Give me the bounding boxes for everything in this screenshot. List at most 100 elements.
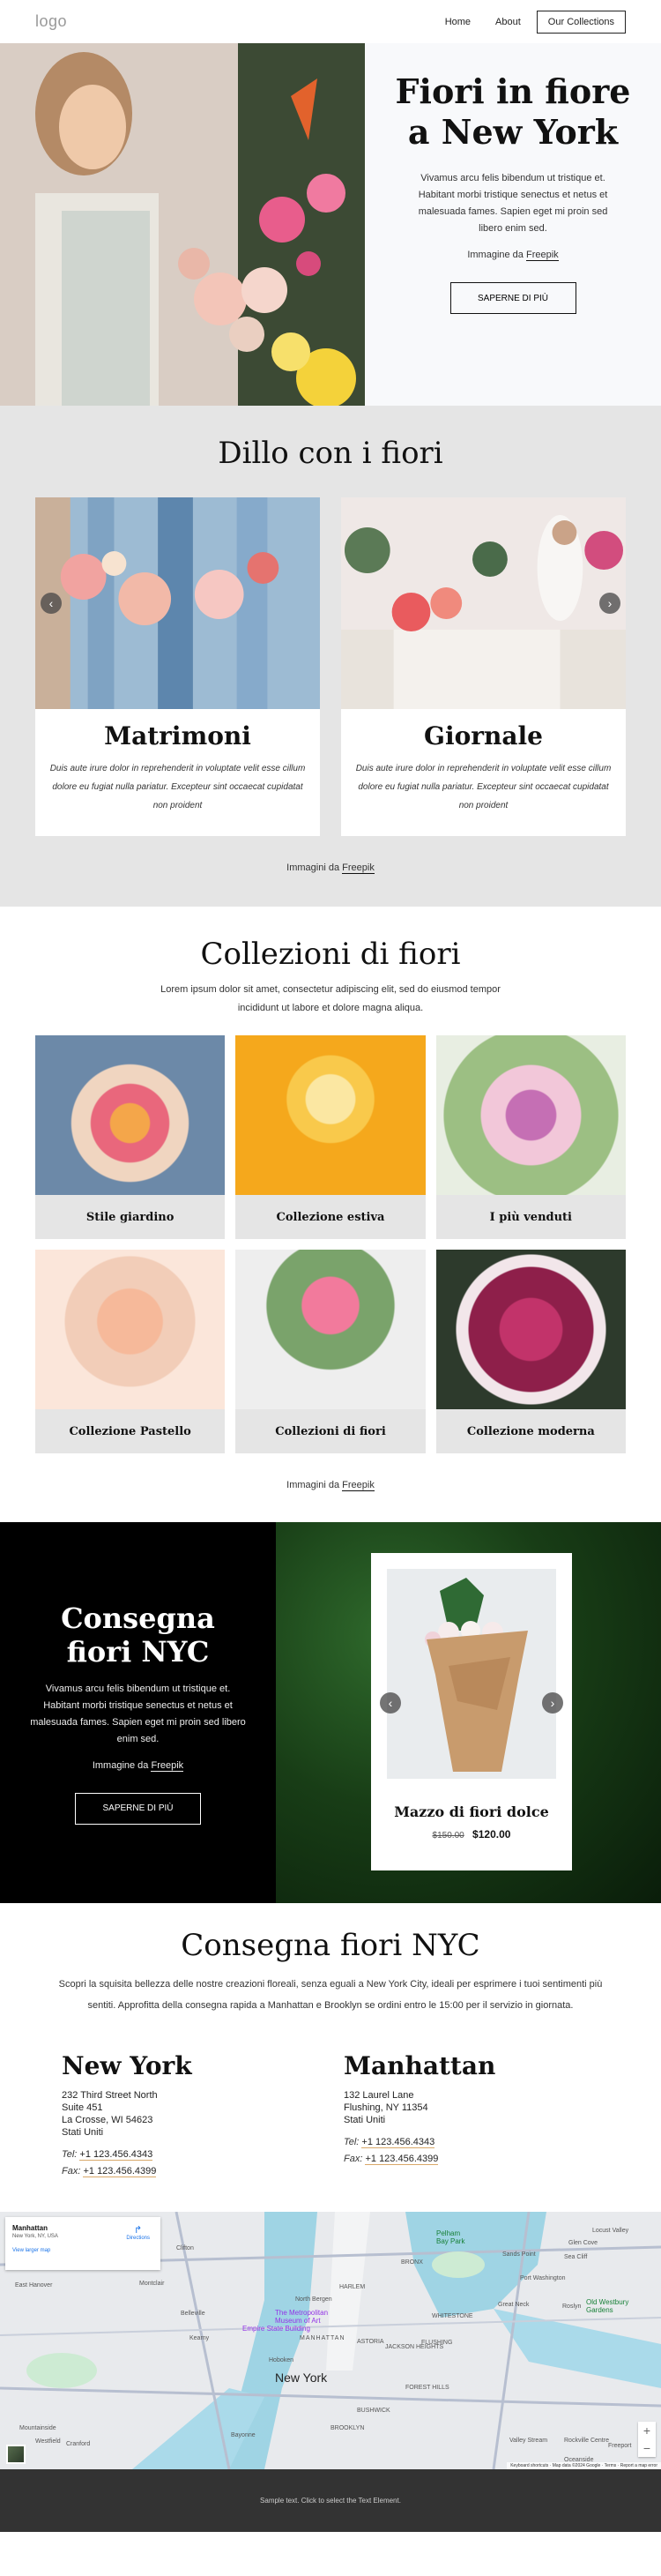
collections-section: Collezioni di fiori Lorem ipsum dolor si… xyxy=(0,907,661,1522)
collection-label: Collezione Pastello xyxy=(35,1409,226,1453)
current-price: $120.00 xyxy=(472,1828,511,1841)
florist-illustration xyxy=(0,43,365,406)
map-label: Clifton xyxy=(176,2245,194,2251)
map-place-card: Manhattan New York, NY, USA View larger … xyxy=(5,2217,160,2270)
collection-tile[interactable]: Collezione moderna xyxy=(435,1250,626,1453)
directions-label: Directions xyxy=(126,2236,150,2241)
fax-link[interactable]: +1 123.456.4399 xyxy=(83,2166,157,2177)
tel-label: Tel: xyxy=(344,2137,360,2147)
zoom-in-button[interactable]: + xyxy=(638,2422,656,2439)
nav-home[interactable]: Home xyxy=(445,17,471,27)
contact-section: Consegna fiori NYC Scopri la squisita be… xyxy=(0,1903,661,2212)
credit-prefix: Immagine da xyxy=(92,1759,149,1771)
collections-grid: Stile giardino Collezione estiva I più v… xyxy=(35,1035,626,1453)
collection-image xyxy=(235,1035,426,1195)
map-label: HARLEM xyxy=(339,2284,366,2290)
credit-prefix: Immagini da xyxy=(286,1480,340,1490)
credit-prefix: Immagini da xyxy=(286,862,340,873)
address-line: La Crosse, WI 54623 xyxy=(62,2115,153,2125)
view-larger-map-link[interactable]: View larger map xyxy=(12,2248,153,2253)
delivery-body: Vivamus arcu felis bibendum ut tristique… xyxy=(30,1683,246,1744)
site-header: logo Home About Our Collections xyxy=(0,0,661,43)
say-it-with-flowers-section: Dillo con i fiori ‹ Matrimoni Duis aute … xyxy=(0,406,661,907)
collection-tile[interactable]: I più venduti xyxy=(435,1035,626,1239)
map-label: BRONX xyxy=(401,2259,423,2266)
hero-title: Fiori in fiore a New York xyxy=(395,71,631,152)
nav-about[interactable]: About xyxy=(495,17,521,27)
office-new-york: New York 232 Third Street North Suite 45… xyxy=(62,2051,344,2177)
map-label: North Bergen xyxy=(295,2296,332,2303)
office-title: Manhattan xyxy=(344,2051,496,2080)
map-label: East Hanover xyxy=(15,2282,53,2289)
map-city-label: New York xyxy=(275,2371,328,2385)
map-label: Montclair xyxy=(139,2281,165,2287)
freepik-link[interactable]: Freepik xyxy=(342,862,375,874)
office-address: 232 Third Street North Suite 451 La Cros… xyxy=(62,2089,344,2139)
hero-credit: Immagine da Freepik xyxy=(467,250,559,261)
product-card[interactable]: ‹ › Mazzo di fiori dolce $150.00 $120.00 xyxy=(371,1553,572,1870)
tel-link[interactable]: +1 123.456.4343 xyxy=(361,2137,435,2148)
collection-tile[interactable]: Collezione Pastello xyxy=(35,1250,226,1453)
collection-tile[interactable]: Stile giardino xyxy=(35,1035,226,1239)
satellite-toggle[interactable] xyxy=(6,2445,26,2464)
learn-more-button[interactable]: SAPERNE DI PIÙ xyxy=(449,282,576,314)
map-label: Glen Cove xyxy=(568,2240,598,2246)
address-line: 132 Laurel Lane xyxy=(344,2090,414,2101)
carousel-prev-button[interactable]: ‹ xyxy=(380,1692,401,1714)
tel-link[interactable]: +1 123.456.4343 xyxy=(79,2149,153,2161)
report-error-link[interactable]: Report a map error xyxy=(620,2463,657,2468)
map-zoom-controls: + − xyxy=(638,2422,656,2457)
collection-tile[interactable]: Collezione estiva xyxy=(235,1035,426,1239)
zoom-out-button[interactable]: − xyxy=(638,2439,656,2457)
map-poi[interactable]: Old Westbury Gardens xyxy=(586,2298,639,2314)
freepik-link[interactable]: Freepik xyxy=(525,250,559,261)
feature-cards: ‹ Matrimoni Duis aute irure dolor in rep… xyxy=(35,497,626,836)
map-poi[interactable]: The Metropolitan Museum of Art xyxy=(275,2309,345,2325)
keyboard-shortcuts-link[interactable]: Keyboard shortcuts xyxy=(510,2463,548,2468)
freepik-link[interactable]: Freepik xyxy=(342,1480,375,1491)
card-weddings: ‹ Matrimoni Duis aute irure dolor in rep… xyxy=(35,497,320,836)
images-credit: Immagini da Freepik xyxy=(35,862,626,874)
terms-link[interactable]: Terms xyxy=(605,2463,617,2468)
weddings-image: ‹ xyxy=(35,497,320,709)
delivery-title: Consegna fiori NYC xyxy=(61,1601,215,1669)
map-label: Port Washington xyxy=(520,2275,566,2281)
map-label: Valley Stream xyxy=(509,2438,548,2444)
delivery-section: Consegna fiori NYC Vivamus arcu felis bi… xyxy=(0,1522,661,1903)
directions-icon: ↱ xyxy=(134,2225,143,2236)
card-body: Matrimoni Duis aute irure dolor in repre… xyxy=(35,709,320,836)
map-attribution: Keyboard shortcuts · Map data ©2024 Goog… xyxy=(507,2462,661,2469)
map-label: Kearny xyxy=(189,2335,210,2341)
office-title: New York xyxy=(62,2051,192,2080)
bouquet-illustration xyxy=(387,1569,556,1779)
office-fax: Fax: +1 123.456.4399 xyxy=(344,2154,626,2165)
google-map[interactable]: Manhattan New York, NY, USA View larger … xyxy=(0,2212,661,2469)
carousel-next-button[interactable]: › xyxy=(599,593,620,614)
product-image xyxy=(387,1569,556,1779)
hero-content: Fiori in fiore a New York Vivamus arcu f… xyxy=(365,43,661,406)
collection-tile[interactable]: Collezioni di fiori xyxy=(235,1250,426,1453)
card-text: Duis aute irure dolor in reprehenderit i… xyxy=(49,764,306,810)
carousel-prev-button[interactable]: ‹ xyxy=(41,593,62,614)
map-label: BUSHWICK xyxy=(357,2408,390,2414)
collection-label: Collezione estiva xyxy=(235,1195,426,1239)
section-title: Collezioni di fiori xyxy=(200,937,461,972)
credit-prefix: Immagine da xyxy=(467,250,524,260)
offices: New York 232 Third Street North Suite 45… xyxy=(35,2051,626,2177)
logo[interactable]: logo xyxy=(35,12,67,31)
directions-button[interactable]: ↱ Directions xyxy=(126,2224,150,2241)
carousel-next-button[interactable]: › xyxy=(542,1692,563,1714)
office-address: 132 Laurel Lane Flushing, NY 11354 Stati… xyxy=(344,2089,626,2126)
freepik-link[interactable]: Freepik xyxy=(151,1759,184,1772)
collection-image xyxy=(435,1035,626,1195)
map-poi[interactable]: Empire State Building xyxy=(242,2325,310,2333)
fax-link[interactable]: +1 123.456.4399 xyxy=(365,2154,439,2165)
map-poi[interactable]: Pelham Bay Park xyxy=(436,2229,472,2245)
tel-label: Tel: xyxy=(62,2149,78,2160)
footer-text[interactable]: Sample text. Click to select the Text El… xyxy=(260,2497,401,2505)
site-footer: Sample text. Click to select the Text El… xyxy=(0,2469,661,2532)
learn-more-button[interactable]: SAPERNE DI PIÙ xyxy=(75,1792,201,1825)
map-label: Locust Valley xyxy=(592,2228,629,2234)
address-line: Flushing, NY 11354 xyxy=(344,2102,428,2113)
nav-our-collections-button[interactable]: Our Collections xyxy=(536,10,626,34)
